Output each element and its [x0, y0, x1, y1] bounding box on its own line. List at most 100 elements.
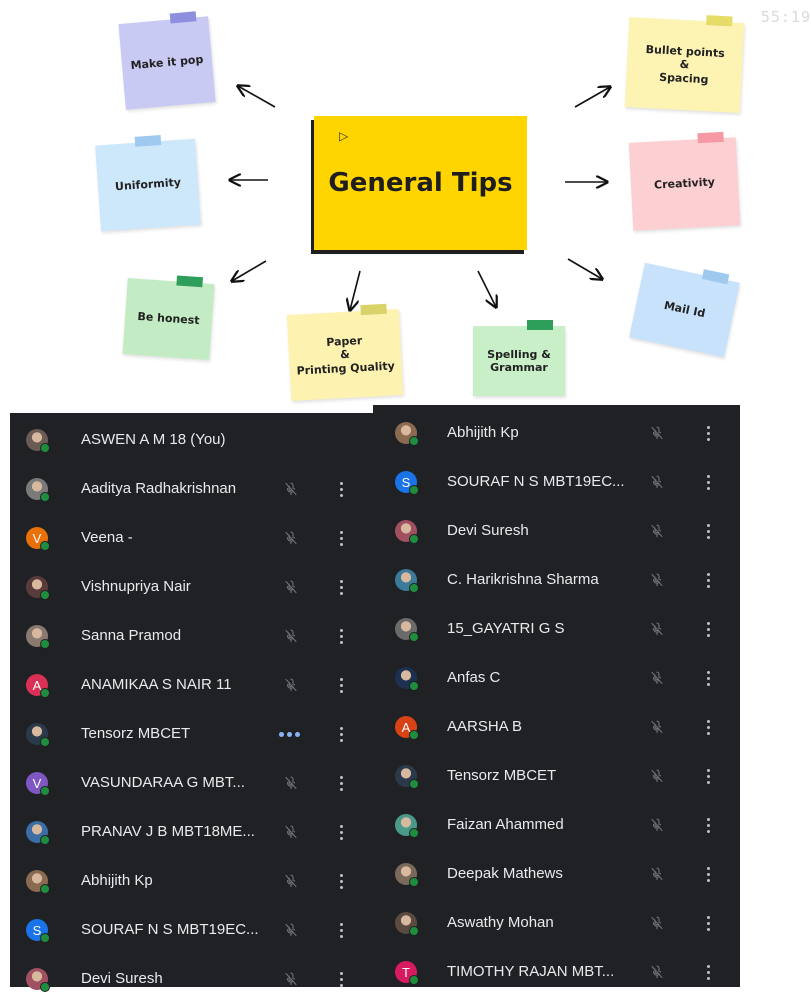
more-options-icon[interactable]: [340, 923, 344, 941]
participant-name: Deepak Mathews: [447, 865, 563, 882]
participant-name: Abhijith Kp: [81, 872, 153, 889]
participant-name: PRANAV J B MBT18ME...: [81, 823, 255, 840]
participant-row[interactable]: ASWEN A M 18 (You): [10, 416, 373, 465]
online-status-icon: [40, 786, 50, 796]
participant-name: VASUNDARAA G MBT...: [81, 774, 245, 791]
participant-row[interactable]: Deepak Mathews: [373, 850, 740, 899]
participant-row[interactable]: Faizan Ahammed: [373, 801, 740, 850]
participant-row[interactable]: C. Harikrishna Sharma: [373, 556, 740, 605]
avatar-photo: [395, 765, 419, 789]
participant-name: TIMOTHY RAJAN MBT...: [447, 963, 615, 980]
more-options-icon[interactable]: [707, 965, 711, 983]
participant-row[interactable]: Abhijith Kp: [373, 409, 740, 458]
mouse-cursor-icon: ▷: [339, 129, 349, 143]
more-options-icon[interactable]: [340, 531, 344, 549]
participant-row[interactable]: Devi Suresh: [373, 507, 740, 556]
more-options-icon[interactable]: [340, 678, 344, 696]
participant-name: Sanna Pramod: [81, 627, 182, 644]
participants-panel-left: ASWEN A M 18 (You) Aaditya Radhakrishnan V…: [10, 413, 373, 992]
participant-name: SOURAF N S MBT19EC...: [81, 921, 259, 938]
participant-row[interactable]: 15_GAYATRI G S: [373, 605, 740, 654]
participant-name: Tensorz MBCET: [447, 767, 557, 784]
online-status-icon: [40, 884, 50, 894]
participant-name: Vishnupriya Nair: [81, 578, 191, 595]
online-status-icon: [409, 681, 419, 691]
more-options-icon[interactable]: [340, 727, 344, 745]
mic-off-icon: [283, 775, 299, 791]
mic-off-icon: [649, 523, 665, 539]
avatar-photo: [26, 576, 50, 600]
more-options-icon[interactable]: [707, 573, 711, 591]
more-options-icon[interactable]: [707, 720, 711, 738]
mic-off-icon: [283, 922, 299, 938]
participant-row[interactable]: Anfas C: [373, 654, 740, 703]
avatar-initial: S: [26, 919, 50, 943]
avatar-initial: V: [26, 527, 50, 551]
participant-row[interactable]: A ANAMIKAA S NAIR 11: [10, 661, 373, 710]
participant-row[interactable]: Abhijith Kp: [10, 857, 373, 906]
participant-row[interactable]: Aswathy Mohan: [373, 899, 740, 948]
more-options-icon[interactable]: [707, 818, 711, 836]
more-options-icon[interactable]: [707, 671, 711, 689]
avatar-photo: [395, 569, 419, 593]
participant-row[interactable]: Vishnupriya Nair: [10, 563, 373, 612]
participant-row[interactable]: Tensorz MBCET: [373, 752, 740, 801]
online-status-icon: [40, 590, 50, 600]
participant-name: Anfas C: [447, 669, 501, 686]
online-status-icon: [409, 877, 419, 887]
more-options-icon[interactable]: [340, 825, 344, 843]
participant-row[interactable]: S SOURAF N S MBT19EC...: [10, 906, 373, 955]
note-label: Mail Id: [662, 299, 707, 321]
more-options-icon[interactable]: [340, 874, 344, 892]
participant-name: 15_GAYATRI G S: [447, 620, 565, 637]
avatar-photo: [395, 863, 419, 887]
mic-off-icon: [649, 572, 665, 588]
more-options-icon[interactable]: [707, 524, 711, 542]
participant-row[interactable]: Devi Suresh: [10, 955, 373, 1004]
more-options-icon[interactable]: [707, 867, 711, 885]
participant-name: Aswathy Mohan: [447, 914, 554, 931]
avatar-photo: [395, 618, 419, 642]
presentation-slide: 55:19 Make it pop Uniformity Be honest P…: [0, 0, 811, 405]
participant-row[interactable]: Sanna Pramod: [10, 612, 373, 661]
participant-row[interactable]: Aaditya Radhakrishnan: [10, 465, 373, 514]
participant-row[interactable]: PRANAV J B MBT18ME...: [10, 808, 373, 857]
note-spelling-grammar: Spelling & Grammar: [473, 320, 565, 396]
mic-off-icon: [649, 964, 665, 980]
avatar-photo: [395, 912, 419, 936]
note-label: Paper & Printing Quality: [296, 334, 396, 378]
more-options-icon[interactable]: [707, 426, 711, 444]
participant-row[interactable]: S SOURAF N S MBT19EC...: [373, 458, 740, 507]
participant-name: Veena -: [81, 529, 133, 546]
participant-name: AARSHA B: [447, 718, 523, 735]
participant-name: C. Harikrishna Sharma: [447, 571, 599, 588]
participant-row[interactable]: Tensorz MBCET: [10, 710, 373, 759]
note-label: Bullet points & Spacing: [645, 43, 726, 86]
speaking-indicator-icon: [279, 732, 300, 737]
online-status-icon: [409, 975, 419, 985]
online-status-icon: [409, 730, 419, 740]
more-options-icon[interactable]: [340, 972, 344, 990]
online-status-icon: [40, 982, 50, 992]
participant-name: Faizan Ahammed: [447, 816, 564, 833]
participant-row[interactable]: A AARSHA B: [373, 703, 740, 752]
participant-row[interactable]: V VASUNDARAA G MBT...: [10, 759, 373, 808]
participant-row[interactable]: T TIMOTHY RAJAN MBT...: [373, 948, 740, 997]
more-options-icon[interactable]: [707, 769, 711, 787]
participant-name: Abhijith Kp: [447, 424, 519, 441]
mic-off-icon: [283, 971, 299, 987]
arrow-make-it-pop: [238, 86, 276, 108]
more-options-icon[interactable]: [707, 622, 711, 640]
avatar-photo: [395, 422, 419, 446]
more-options-icon[interactable]: [707, 475, 711, 493]
more-options-icon[interactable]: [707, 916, 711, 934]
more-options-icon[interactable]: [340, 580, 344, 598]
note-label: Make it pop: [130, 53, 204, 73]
note-label: Creativity: [653, 175, 716, 192]
more-options-icon[interactable]: [340, 482, 344, 500]
more-options-icon[interactable]: [340, 776, 344, 794]
participant-row[interactable]: V Veena -: [10, 514, 373, 563]
participant-name: ANAMIKAA S NAIR 11: [81, 676, 232, 693]
participant-name: ASWEN A M 18 (You): [81, 431, 226, 448]
more-options-icon[interactable]: [340, 629, 344, 647]
